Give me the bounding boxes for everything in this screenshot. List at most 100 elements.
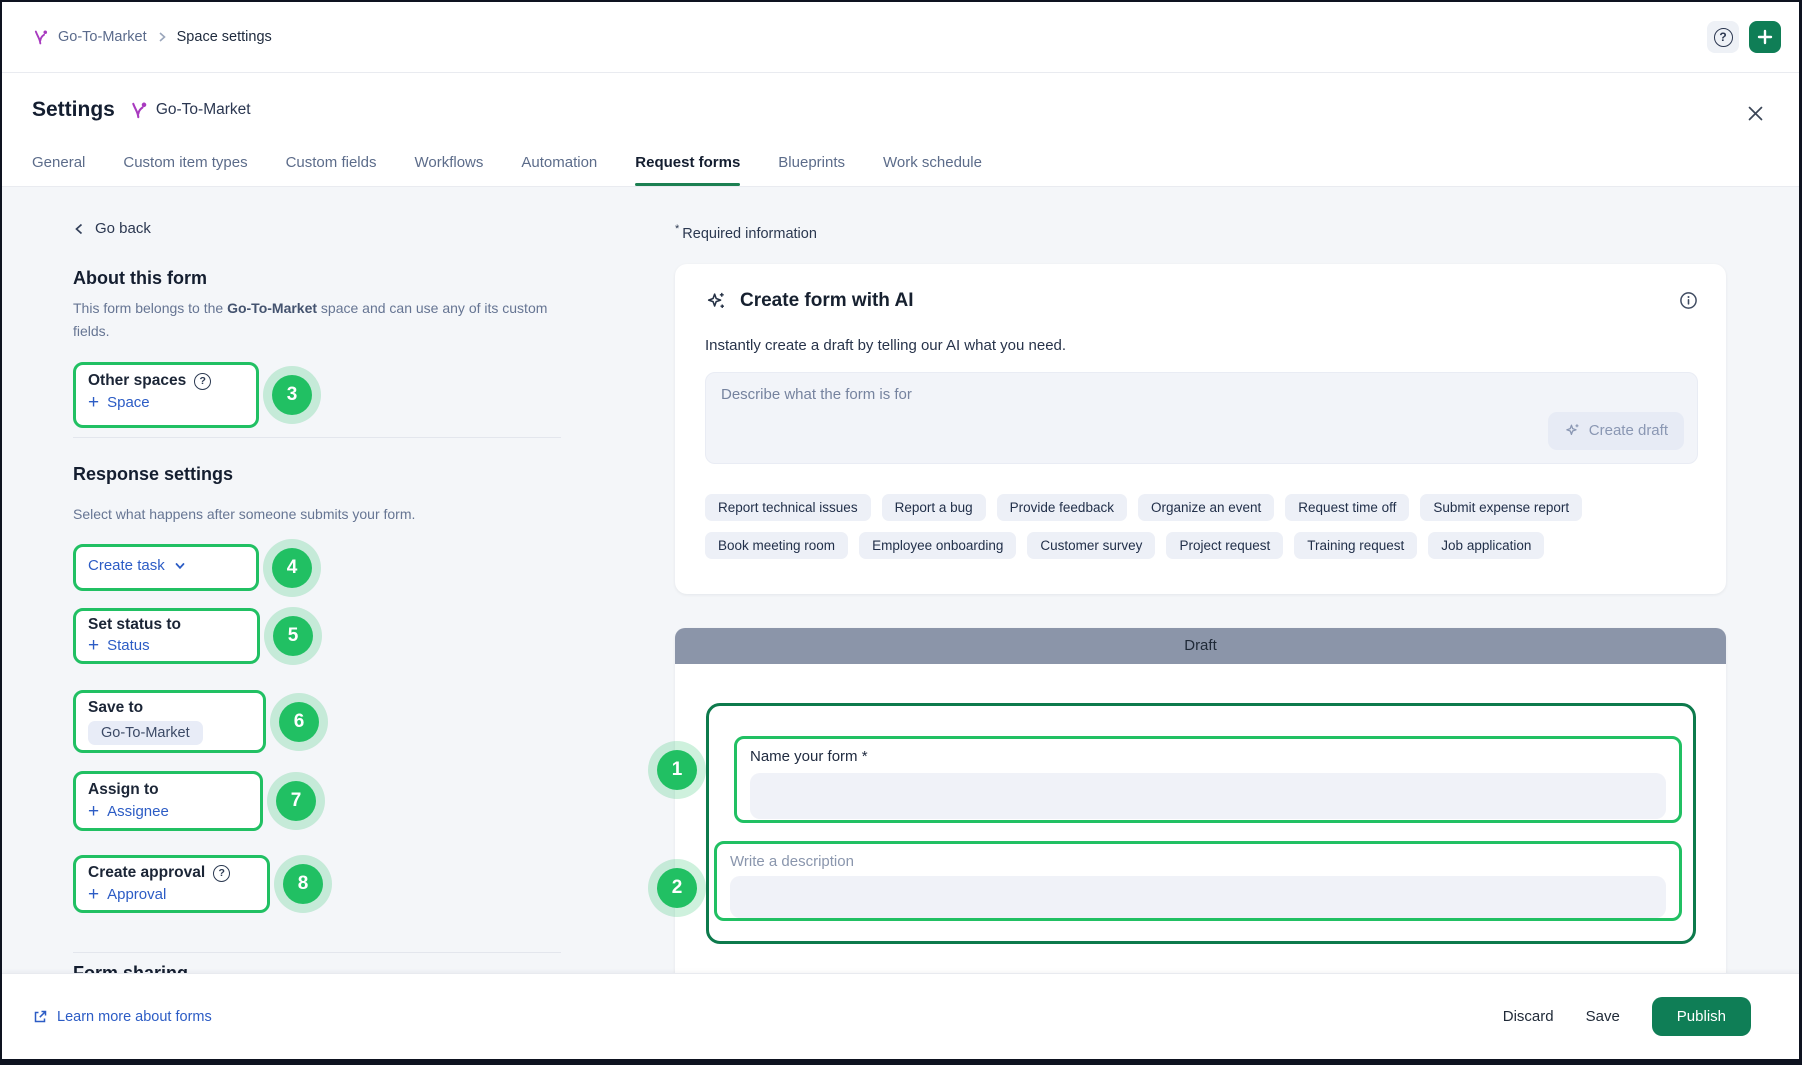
response-settings-description: Select what happens after someone submit…	[73, 503, 551, 526]
tab-request-forms[interactable]: Request forms	[635, 154, 740, 186]
close-icon	[1747, 105, 1764, 122]
breadcrumb: Go-To-Market Space settings	[32, 29, 272, 46]
save-to-label: Save to	[88, 699, 143, 717]
top-bar: Go-To-Market Space settings ?	[2, 2, 1799, 73]
divider	[73, 437, 561, 438]
create-task-dropdown[interactable]: Create task	[88, 557, 187, 574]
add-icon: +	[88, 887, 99, 902]
save-button[interactable]: Save	[1586, 1008, 1620, 1025]
question-circle-icon[interactable]: ?	[213, 865, 230, 882]
ai-prompt-placeholder: Describe what the form is for	[721, 386, 1682, 403]
annotation-badge-2: 2	[657, 868, 697, 908]
create-approval-label: Create approval	[88, 864, 205, 882]
suggestion-chip[interactable]: Submit expense report	[1420, 494, 1582, 521]
help-icon: ?	[1714, 28, 1733, 47]
add-status-button[interactable]: + Status	[88, 637, 150, 654]
breadcrumb-chevron-icon	[156, 30, 168, 44]
content-area: Go back About this form This form belong…	[2, 187, 1799, 973]
tab-blueprints[interactable]: Blueprints	[778, 154, 845, 186]
go-back-button[interactable]: Go back	[73, 220, 151, 237]
form-settings-panel: Go back About this form This form belong…	[2, 187, 622, 973]
publish-button[interactable]: Publish	[1652, 997, 1751, 1036]
learn-more-link[interactable]: Learn more about forms	[32, 1009, 212, 1025]
create-form-with-ai-card: Create form with AI Instantly create a d…	[675, 264, 1726, 594]
suggestion-chip[interactable]: Request time off	[1285, 494, 1409, 521]
add-approval-button[interactable]: + Approval	[88, 886, 166, 903]
assign-to-section: Assign to + Assignee 7	[73, 771, 263, 831]
breadcrumb-space-link[interactable]: Go-To-Market	[58, 29, 147, 45]
question-circle-icon[interactable]: ?	[194, 373, 211, 390]
save-to-space-chip[interactable]: Go-To-Market	[88, 721, 203, 745]
form-name-label: Name your form *	[750, 748, 1666, 765]
add-icon: +	[88, 804, 99, 819]
tab-automation[interactable]: Automation	[521, 154, 597, 186]
form-name-section: Name your form *	[734, 736, 1682, 823]
info-button[interactable]	[1679, 291, 1698, 310]
page-title: Settings	[32, 98, 115, 122]
tab-work-schedule[interactable]: Work schedule	[883, 154, 982, 186]
top-bar-actions: ?	[1707, 21, 1781, 53]
close-button[interactable]	[1741, 99, 1769, 127]
form-editor-panel: *Required information Create form with A…	[675, 187, 1726, 973]
add-button[interactable]	[1749, 21, 1781, 53]
save-to-section: Save to Go-To-Market 6	[73, 690, 266, 753]
ai-suggestion-chips: Report technical issues Report a bug Pro…	[705, 494, 1698, 559]
suggestion-chip[interactable]: Organize an event	[1138, 494, 1274, 521]
add-icon: +	[88, 395, 99, 410]
suggestion-chip[interactable]: Provide feedback	[997, 494, 1127, 521]
space-icon	[32, 29, 49, 46]
space-badge: Go-To-Market	[129, 101, 251, 120]
response-settings-heading: Response settings	[73, 464, 622, 485]
suggestion-chip[interactable]: Project request	[1166, 532, 1283, 559]
external-link-icon	[32, 1009, 48, 1025]
tab-custom-fields[interactable]: Custom fields	[286, 154, 377, 186]
form-header-annotation-box: Name your form * Write a description 1 2	[706, 703, 1696, 944]
suggestion-chip[interactable]: Employee onboarding	[859, 532, 1016, 559]
suggestion-chip[interactable]: Book meeting room	[705, 532, 848, 559]
ai-prompt-input[interactable]: Describe what the form is for Create dra…	[705, 372, 1698, 464]
suggestion-chip[interactable]: Report a bug	[882, 494, 986, 521]
tab-custom-item-types[interactable]: Custom item types	[123, 154, 247, 186]
add-assignee-button[interactable]: + Assignee	[88, 803, 169, 820]
go-back-label: Go back	[95, 220, 151, 237]
form-name-input[interactable]	[750, 773, 1666, 819]
discard-button[interactable]: Discard	[1503, 1008, 1554, 1025]
about-description: This form belongs to the Go-To-Market sp…	[73, 297, 551, 343]
app-window: Go-To-Market Space settings ? Settings	[0, 0, 1802, 1065]
settings-header: Settings Go-To-Market General Cust	[2, 73, 1799, 187]
suggestion-chip[interactable]: Report technical issues	[705, 494, 871, 521]
suggestion-chip[interactable]: Job application	[1428, 532, 1544, 559]
tab-general[interactable]: General	[32, 154, 85, 186]
required-information-note: *Required information	[675, 223, 1726, 242]
assign-to-label: Assign to	[88, 781, 159, 799]
breadcrumb-current-page: Space settings	[177, 29, 272, 45]
suggestion-chip[interactable]: Training request	[1294, 532, 1417, 559]
draft-form-card: Draft Name your form * Write a descripti…	[675, 628, 1726, 973]
annotation-badge-8: 8	[283, 864, 323, 904]
annotation-badge-4: 4	[272, 548, 312, 588]
draft-form-body: Name your form * Write a description 1 2	[675, 664, 1726, 973]
help-button[interactable]: ?	[1707, 21, 1739, 53]
set-status-section: Set status to + Status 5	[73, 608, 260, 664]
annotation-badge-5: 5	[273, 616, 313, 656]
ai-card-subtitle: Instantly create a draft by telling our …	[705, 337, 1698, 354]
suggestion-chip[interactable]: Customer survey	[1027, 532, 1155, 559]
annotation-badge-6: 6	[279, 702, 319, 742]
space-icon	[129, 101, 148, 120]
form-description-input[interactable]	[730, 876, 1666, 918]
space-name-label: Go-To-Market	[156, 101, 251, 119]
space-name-bold: Go-To-Market	[227, 300, 317, 316]
create-draft-button[interactable]: Create draft	[1548, 412, 1684, 450]
divider	[73, 952, 561, 953]
form-description-placeholder: Write a description	[730, 853, 1666, 870]
sparkle-icon	[705, 290, 727, 312]
footer-bar: Learn more about forms Discard Save Publ…	[2, 973, 1799, 1059]
tab-workflows[interactable]: Workflows	[414, 154, 483, 186]
info-icon	[1679, 291, 1698, 310]
other-spaces-label: Other spaces	[88, 372, 186, 390]
annotation-badge-3: 3	[272, 375, 312, 415]
back-chevron-icon	[73, 222, 85, 236]
set-status-label: Set status to	[88, 616, 181, 634]
annotation-badge-1: 1	[657, 750, 697, 790]
add-space-button[interactable]: + Space	[88, 394, 150, 411]
